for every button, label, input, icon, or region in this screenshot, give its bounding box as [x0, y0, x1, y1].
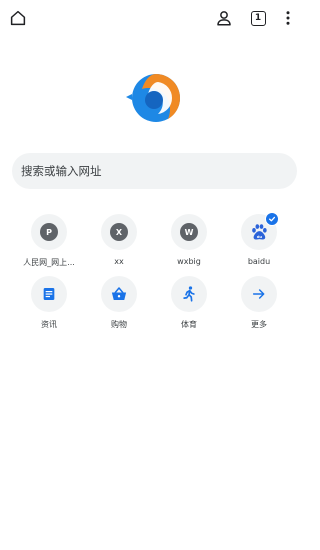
shortcut-sports[interactable]: 体育 — [159, 276, 219, 336]
shortcut-label: 体育 — [181, 320, 197, 329]
news-icon — [43, 288, 55, 300]
tab-switcher-button[interactable]: 1 — [246, 6, 270, 30]
shortcut-icon-bg — [101, 276, 137, 312]
shortcut-wxbig[interactable]: W wxbig — [159, 214, 219, 274]
letter-icon: X — [110, 223, 128, 241]
running-icon — [183, 286, 195, 302]
shortcut-icon-bg — [31, 276, 67, 312]
shortcut-label: 人民网_网上... — [23, 258, 75, 267]
shortcut-label: xx — [114, 257, 124, 266]
shortcut-renminwang[interactable]: P 人民网_网上... — [19, 214, 79, 274]
shortcut-icon-bg: W — [171, 214, 207, 250]
shortcut-icon-bg: P — [31, 214, 67, 250]
shortcut-icon-bg — [241, 276, 277, 312]
more-vert-icon — [286, 11, 290, 25]
top-toolbar: 1 — [0, 0, 309, 36]
shopping-basket-icon — [111, 287, 127, 300]
search-input[interactable]: 搜索或输入网址 — [12, 153, 297, 189]
svg-text:du: du — [257, 235, 263, 239]
letter-icon: P — [40, 223, 58, 241]
shortcut-news[interactable]: 资讯 — [19, 276, 79, 336]
check-badge-icon — [265, 212, 279, 226]
home-button[interactable] — [6, 6, 30, 30]
home-icon — [10, 10, 26, 26]
shortcut-icon-bg: X — [101, 214, 137, 250]
shortcut-xx[interactable]: X xx — [89, 214, 149, 274]
tab-count: 1 — [250, 10, 266, 26]
browser-logo — [124, 70, 184, 126]
shortcut-label: 购物 — [111, 320, 127, 329]
shortcut-label: baidu — [247, 257, 271, 266]
search-placeholder: 搜索或输入网址 — [21, 164, 102, 178]
dolphin-logo-icon — [126, 74, 181, 122]
shortcut-baidu[interactable]: du baidu — [229, 212, 289, 274]
account-icon — [217, 11, 231, 26]
shortcut-label: 更多 — [251, 320, 267, 329]
account-button[interactable] — [212, 6, 236, 30]
letter-icon: W — [180, 223, 198, 241]
shortcut-more[interactable]: 更多 — [229, 276, 289, 336]
menu-button[interactable] — [276, 6, 300, 30]
shortcut-icon-bg — [171, 276, 207, 312]
arrow-right-icon — [252, 289, 265, 299]
baidu-paw-icon: du — [252, 224, 267, 240]
shortcut-shopping[interactable]: 购物 — [89, 276, 149, 336]
shortcut-label: wxbig — [177, 257, 201, 266]
shortcut-label: 资讯 — [41, 320, 57, 329]
